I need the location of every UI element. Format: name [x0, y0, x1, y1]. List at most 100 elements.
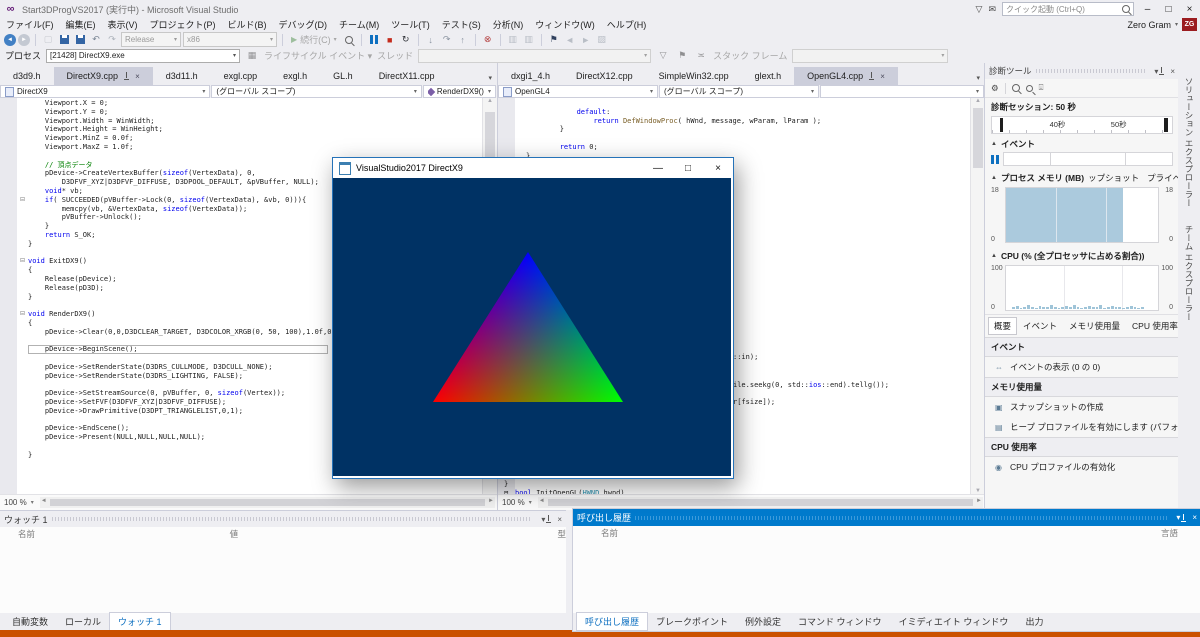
- events-section-header[interactable]: ▲イベント: [985, 134, 1179, 152]
- close-icon[interactable]: ×: [1192, 513, 1197, 522]
- cpu-section-header[interactable]: ▲CPU (% (全プロセッサに占める割合)): [985, 246, 1179, 264]
- side-tab-team-explorer[interactable]: チーム エクスプローラー: [1183, 225, 1195, 321]
- zoom-level[interactable]: 100 %: [498, 498, 529, 507]
- menu-p[interactable]: プロジェクト(P): [144, 18, 222, 31]
- threads-in-source-icon[interactable]: ▥: [506, 33, 520, 47]
- zoom-out-icon[interactable]: [1026, 85, 1033, 92]
- minimize-button[interactable]: —: [643, 158, 673, 178]
- tab-dxgi1-4-h[interactable]: dxgi1_4.h: [498, 67, 563, 85]
- solution-configuration-dropdown[interactable]: Release▾: [121, 32, 181, 47]
- session-timeline[interactable]: 40秒 50秒: [991, 116, 1173, 134]
- app-title-bar[interactable]: VisualStudio2017 DirectX9 — □ ×: [333, 158, 733, 178]
- close-button[interactable]: ×: [703, 158, 733, 178]
- restart-icon[interactable]: ↻: [399, 33, 413, 47]
- code-line[interactable]: }: [504, 480, 508, 489]
- undo-icon[interactable]: ↶: [89, 33, 103, 47]
- code-line[interactable]: Viewport.Y = 0;: [17, 108, 483, 117]
- code-line[interactable]: }: [515, 125, 971, 134]
- code-line[interactable]: r[fsize]);: [733, 398, 775, 407]
- code-line[interactable]: return DefWindowProc( hWnd, message, wPa…: [515, 117, 971, 126]
- directx9-app-window[interactable]: VisualStudio2017 DirectX9 — □ ×: [332, 157, 734, 479]
- bookmark-icon[interactable]: ⚑: [547, 33, 561, 47]
- quick-launch-input[interactable]: クイック起動 (Ctrl+Q): [1002, 2, 1134, 16]
- diagnostics-tab-概要[interactable]: 概要: [989, 318, 1016, 334]
- pin-tab-icon[interactable]: [123, 72, 130, 80]
- tab-directx12-cpp[interactable]: DirectX12.cpp: [563, 67, 646, 85]
- column-header[interactable]: 名前: [573, 527, 1161, 539]
- bottom-tab-例外設定[interactable]: 例外設定: [737, 613, 789, 630]
- code-line[interactable]: [515, 134, 971, 143]
- zoom-level[interactable]: 100 %: [0, 498, 31, 507]
- fold-collapse-icon[interactable]: ⊟: [17, 257, 28, 266]
- column-header[interactable]: 言語: [1161, 527, 1200, 539]
- tab-directx9-cpp[interactable]: DirectX9.cpp×: [54, 67, 153, 85]
- menu-e[interactable]: 編集(E): [60, 18, 102, 31]
- break-all-icon[interactable]: [367, 33, 381, 47]
- summary-action[interactable]: ⇔イベントの表示 (0 の 0): [985, 357, 1179, 377]
- open-file-icon[interactable]: ▢: [41, 33, 55, 47]
- stackframe-dropdown[interactable]: ▾: [792, 49, 948, 63]
- code-line[interactable]: Viewport.Height = WinHeight;: [17, 125, 483, 134]
- diagnostics-tab-メモリ使用量[interactable]: メモリ使用量: [1064, 318, 1125, 334]
- fold-collapse-icon[interactable]: ⊟: [17, 196, 28, 205]
- tab-exgl-cpp[interactable]: exgl.cpp: [211, 67, 271, 85]
- step-out-icon[interactable]: ↑: [456, 33, 470, 47]
- continue-button[interactable]: ▶続行(C)▾: [288, 33, 340, 46]
- pin-tab-icon[interactable]: [868, 72, 875, 80]
- tab-d3d11-h[interactable]: d3d11.h: [153, 67, 211, 85]
- menu-d[interactable]: デバッグ(D): [273, 18, 334, 31]
- menu-f[interactable]: ファイル(F): [0, 18, 60, 31]
- close-button[interactable]: ×: [1182, 4, 1197, 15]
- scope-dropdown[interactable]: OpenGL4▾: [498, 85, 658, 98]
- pin-icon[interactable]: [545, 515, 552, 523]
- menu-v[interactable]: 表示(V): [102, 18, 144, 31]
- watch-grid[interactable]: [0, 541, 566, 613]
- solution-platform-dropdown[interactable]: x86▾: [183, 32, 277, 47]
- zoom-in-icon[interactable]: [1012, 84, 1020, 92]
- horizontal-scrollbar[interactable]: ◄►: [538, 497, 983, 508]
- menu-m[interactable]: チーム(M): [333, 18, 385, 31]
- global-scope-dropdown[interactable]: (グローバル スコープ)▾: [211, 85, 421, 98]
- tab-exgl-h[interactable]: exgl.h: [270, 67, 320, 85]
- column-header[interactable]: 型: [539, 528, 566, 540]
- diagnostics-tab-CPU 使用率[interactable]: CPU 使用率: [1127, 318, 1183, 334]
- find-in-source-icon[interactable]: [342, 33, 356, 47]
- bottom-tab-コマンド ウィンドウ[interactable]: コマンド ウィンドウ: [790, 613, 890, 630]
- code-line[interactable]: Viewport.X = 0;: [17, 99, 483, 108]
- close-icon[interactable]: ×: [1170, 67, 1175, 76]
- bottom-tab-ローカル[interactable]: ローカル: [57, 613, 109, 630]
- bottom-tab-ウォッチ 1[interactable]: ウォッチ 1: [110, 613, 170, 630]
- pin-icon[interactable]: [1180, 514, 1187, 522]
- bottom-tab-出力[interactable]: 出力: [1017, 613, 1051, 630]
- bottom-tab-呼び出し履歴[interactable]: 呼び出し履歴: [577, 613, 647, 630]
- nav-forward-icon[interactable]: ►: [18, 34, 30, 46]
- tab-directx11-cpp[interactable]: DirectX11.cpp: [366, 67, 448, 85]
- next-bookmark-icon[interactable]: ►: [579, 33, 593, 47]
- tab-glext-h[interactable]: glext.h: [742, 67, 795, 85]
- side-tab-solution-explorer[interactable]: ソリューション エクスプローラー: [1183, 77, 1195, 207]
- maximize-button[interactable]: □: [673, 158, 703, 178]
- code-line[interactable]: [515, 99, 971, 108]
- account-avatar[interactable]: ZG: [1182, 18, 1197, 31]
- stop-debugging-icon[interactable]: ■: [383, 33, 397, 47]
- summary-action[interactable]: ◉CPU プロファイルの有効化: [985, 457, 1179, 477]
- code-line[interactable]: ::in);: [733, 353, 758, 362]
- code-line[interactable]: return 0;: [515, 143, 971, 152]
- pin-icon[interactable]: [1158, 67, 1165, 75]
- bottom-tab-ブレークポイント[interactable]: ブレークポイント: [648, 613, 736, 630]
- diagnostics-window-icon[interactable]: ▥: [522, 33, 536, 47]
- save-all-icon[interactable]: [73, 33, 87, 47]
- redo-icon[interactable]: ↷: [105, 33, 119, 47]
- menu-t[interactable]: ツール(T): [385, 18, 436, 31]
- summary-action[interactable]: ▤ヒープ プロファイルを有効にします (パフォーマンスに影響し: [985, 417, 1179, 437]
- diagnostics-tab-イベント[interactable]: イベント: [1018, 318, 1062, 334]
- tab-opengl4-cpp[interactable]: OpenGL4.cpp×: [794, 67, 898, 85]
- zoom-chevron-icon[interactable]: ▾: [31, 499, 34, 506]
- delete-all-breakpoints-icon[interactable]: ⊗: [481, 33, 495, 47]
- clear-bookmarks-icon[interactable]: ▨: [595, 33, 609, 47]
- code-line[interactable]: Viewport.MinZ = 0.0f;: [17, 134, 483, 143]
- reset-view-icon[interactable]: ⍗: [1039, 83, 1044, 93]
- call-stack-grid[interactable]: [573, 540, 1200, 613]
- close-tab-icon[interactable]: ×: [880, 72, 885, 81]
- fold-collapse-icon[interactable]: ⊟: [17, 310, 28, 319]
